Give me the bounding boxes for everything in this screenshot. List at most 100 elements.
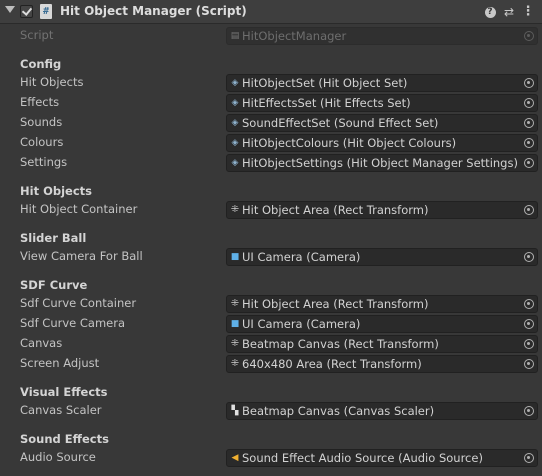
- audio-source-icon: ◀: [231, 453, 239, 463]
- rect-transform-icon: ⁜: [230, 298, 240, 309]
- csharp-script-icon: #: [40, 4, 52, 19]
- field-row-screen-adjust: Screen Adjust ⁜ 640x480 Area (Rect Trans…: [0, 355, 542, 373]
- hit-object-container-value: Hit Object Area (Rect Transform): [242, 203, 429, 217]
- rect-transform-icon: ⁜: [230, 204, 240, 215]
- sdf-curve-camera-field[interactable]: ■ UI Camera (Camera): [226, 315, 538, 333]
- canvas-scaler-value: Beatmap Canvas (Canvas Scaler): [242, 404, 435, 418]
- section-hit-objects: Hit Objects: [20, 184, 92, 198]
- view-camera-for-ball-label: View Camera For Ball: [20, 249, 143, 263]
- script-value: HitObjectManager: [242, 29, 347, 43]
- field-row-sdf-curve-container: Sdf Curve Container ⁜ Hit Object Area (R…: [0, 295, 542, 313]
- component-enabled-checkbox[interactable]: [20, 5, 33, 18]
- sdf-curve-container-label: Sdf Curve Container: [20, 296, 137, 310]
- colours-value: HitObjectColours (Hit Object Colours): [242, 136, 457, 150]
- field-row-sounds: Sounds ◈ SoundEffectSet (Sound Effect Se…: [0, 114, 542, 132]
- scriptable-object-icon: ◈: [231, 138, 239, 148]
- canvas-label: Canvas: [20, 336, 63, 350]
- field-row-hit-objects: Hit Objects ◈ HitObjectSet (Hit Object S…: [0, 74, 542, 92]
- object-picker-icon[interactable]: [524, 138, 534, 148]
- object-picker-icon[interactable]: [524, 299, 534, 309]
- canvas-scaler-label: Canvas Scaler: [20, 403, 102, 417]
- sounds-value: SoundEffectSet (Sound Effect Set): [242, 116, 439, 130]
- object-picker-icon[interactable]: [524, 406, 534, 416]
- hit-object-container-label: Hit Object Container: [20, 202, 138, 216]
- rect-transform-icon: ⁜: [230, 338, 240, 349]
- help-icon: ?: [484, 6, 496, 18]
- field-row-colours: Colours ◈ HitObjectColours (Hit Object C…: [0, 134, 542, 152]
- sdf-curve-container-value: Hit Object Area (Rect Transform): [242, 297, 429, 311]
- object-picker-icon[interactable]: [524, 453, 534, 463]
- section-sdf-curve: SDF Curve: [20, 278, 88, 292]
- canvas-value: Beatmap Canvas (Rect Transform): [242, 337, 439, 351]
- object-picker-icon[interactable]: [524, 78, 534, 88]
- camera-icon: ■: [230, 252, 240, 262]
- sliders-icon: ⇄: [503, 5, 515, 19]
- script-file-icon: ▤: [230, 31, 240, 41]
- foldout-arrow-icon[interactable]: [5, 6, 15, 13]
- audio-source-value: Sound Effect Audio Source (Audio Source): [242, 451, 483, 465]
- script-row: Script ▤ HitObjectManager: [0, 27, 542, 45]
- field-row-sdf-curve-camera: Sdf Curve Camera ■ UI Camera (Camera): [0, 315, 542, 333]
- scriptable-object-icon: ◈: [231, 158, 239, 168]
- component-title: Hit Object Manager (Script): [60, 4, 247, 18]
- component-header[interactable]: # Hit Object Manager (Script) ? ⇄ ⋮: [0, 0, 542, 24]
- hit-object-container-field[interactable]: ⁜ Hit Object Area (Rect Transform): [226, 201, 538, 219]
- effects-label: Effects: [20, 95, 60, 109]
- field-row-canvas-scaler: Canvas Scaler ▚ Beatmap Canvas (Canvas S…: [0, 402, 542, 420]
- screen-adjust-field[interactable]: ⁜ 640x480 Area (Rect Transform): [226, 355, 538, 373]
- object-picker-icon[interactable]: [524, 158, 534, 168]
- settings-label: Settings: [20, 155, 68, 169]
- settings-value: HitObjectSettings (Hit Object Manager Se…: [242, 156, 518, 170]
- field-row-canvas: Canvas ⁜ Beatmap Canvas (Rect Transform): [0, 335, 542, 353]
- canvas-scaler-icon: ▚: [231, 406, 239, 416]
- help-button[interactable]: ?: [483, 4, 497, 20]
- field-row-view-camera-for-ball: View Camera For Ball ■ UI Camera (Camera…: [0, 248, 542, 266]
- object-picker-icon[interactable]: [524, 118, 534, 128]
- hit-objects-field[interactable]: ◈ HitObjectSet (Hit Object Set): [226, 74, 538, 92]
- screen-adjust-value: 640x480 Area (Rect Transform): [242, 357, 422, 371]
- view-camera-for-ball-value: UI Camera (Camera): [242, 250, 361, 264]
- sdf-curve-container-field[interactable]: ⁜ Hit Object Area (Rect Transform): [226, 295, 538, 313]
- object-picker-icon[interactable]: [524, 205, 534, 215]
- kebab-menu-icon: ⋮: [521, 4, 535, 19]
- inspector-panel: # Hit Object Manager (Script) ? ⇄ ⋮ Scri…: [0, 0, 542, 476]
- settings-field[interactable]: ◈ HitObjectSettings (Hit Object Manager …: [226, 154, 538, 172]
- context-menu-button[interactable]: ⋮: [521, 4, 535, 20]
- rect-transform-icon: ⁜: [230, 358, 240, 369]
- script-field: ▤ HitObjectManager: [226, 27, 538, 45]
- audio-source-field[interactable]: ◀ Sound Effect Audio Source (Audio Sourc…: [226, 449, 538, 467]
- field-row-effects: Effects ◈ HitEffectsSet (Hit Effects Set…: [0, 94, 542, 112]
- screen-adjust-label: Screen Adjust: [20, 356, 100, 370]
- field-row-audio-source: Audio Source ◀ Sound Effect Audio Source…: [0, 449, 542, 467]
- object-picker-icon[interactable]: [524, 359, 534, 369]
- scriptable-object-icon: ◈: [231, 78, 239, 88]
- camera-icon: ■: [230, 319, 240, 329]
- effects-value: HitEffectsSet (Hit Effects Set): [242, 96, 411, 110]
- audio-source-label: Audio Source: [20, 450, 96, 464]
- effects-field[interactable]: ◈ HitEffectsSet (Hit Effects Set): [226, 94, 538, 112]
- hit-objects-value: HitObjectSet (Hit Object Set): [242, 76, 408, 90]
- field-row-settings: Settings ◈ HitObjectSettings (Hit Object…: [0, 154, 542, 172]
- sounds-label: Sounds: [20, 115, 63, 129]
- view-camera-for-ball-field[interactable]: ■ UI Camera (Camera): [226, 248, 538, 266]
- colours-label: Colours: [20, 135, 64, 149]
- scriptable-object-icon: ◈: [231, 98, 239, 108]
- object-picker-icon[interactable]: [524, 339, 534, 349]
- canvas-field[interactable]: ⁜ Beatmap Canvas (Rect Transform): [226, 335, 538, 353]
- object-picker-icon[interactable]: [524, 252, 534, 262]
- section-config: Config: [20, 57, 62, 71]
- field-row-hit-object-container: Hit Object Container ⁜ Hit Object Area (…: [0, 201, 542, 219]
- section-visual-effects: Visual Effects: [20, 385, 108, 399]
- sounds-field[interactable]: ◈ SoundEffectSet (Sound Effect Set): [226, 114, 538, 132]
- sdf-curve-camera-label: Sdf Curve Camera: [20, 316, 126, 330]
- presets-button[interactable]: ⇄: [502, 4, 516, 20]
- sdf-curve-camera-value: UI Camera (Camera): [242, 317, 361, 331]
- object-picker-icon[interactable]: [524, 98, 534, 108]
- object-picker-icon: [524, 31, 534, 41]
- canvas-scaler-field[interactable]: ▚ Beatmap Canvas (Canvas Scaler): [226, 402, 538, 420]
- scriptable-object-icon: ◈: [231, 118, 239, 128]
- object-picker-icon[interactable]: [524, 319, 534, 329]
- section-slider-ball: Slider Ball: [20, 231, 87, 245]
- section-sound-effects: Sound Effects: [20, 432, 109, 446]
- colours-field[interactable]: ◈ HitObjectColours (Hit Object Colours): [226, 134, 538, 152]
